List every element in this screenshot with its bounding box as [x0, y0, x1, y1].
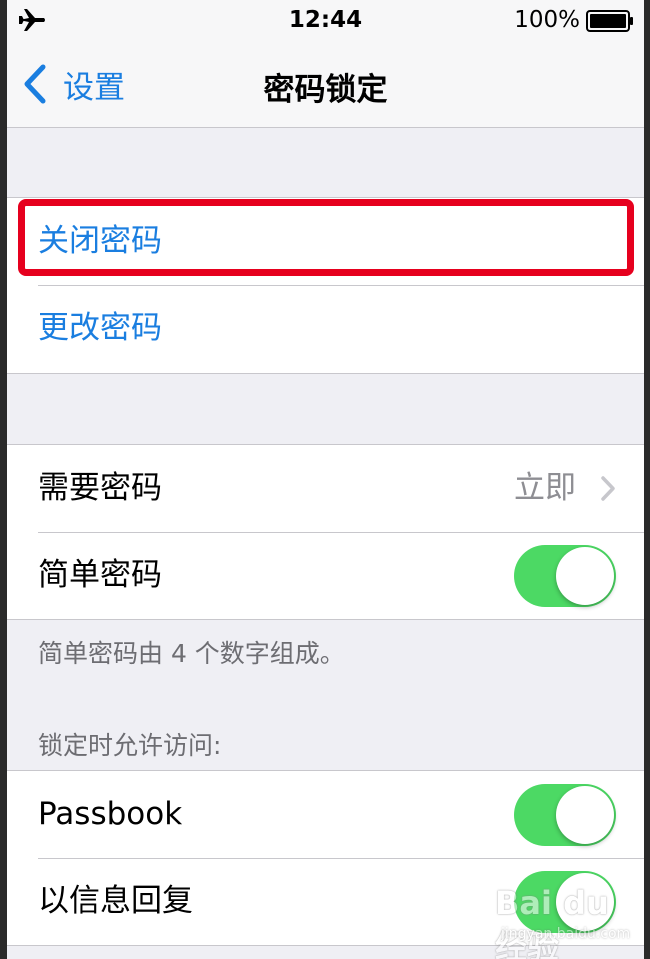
page-title: 密码锁定 — [263, 72, 388, 108]
simple-passcode-row: 简单密码 — [7, 532, 644, 619]
watermark-url: jingyan.baidu.com — [501, 926, 631, 942]
passcode-group: 关闭密码 更改密码 — [7, 197, 644, 374]
passbook-toggle[interactable] — [514, 784, 616, 846]
change-passcode-label: 更改密码 — [38, 310, 162, 346]
reply-with-message-label: 以信息回复 — [38, 883, 193, 919]
navigation-bar: 设置 密码锁定 — [7, 42, 644, 128]
battery-percent: 100% — [514, 7, 580, 33]
chevron-right-icon — [601, 476, 615, 501]
change-passcode-row[interactable]: 更改密码 — [7, 285, 644, 372]
toggle-knob — [556, 547, 614, 605]
passbook-label: Passbook — [38, 796, 183, 832]
settings-group: 需要密码 立即 简单密码 — [7, 444, 644, 620]
require-passcode-label: 需要密码 — [38, 470, 162, 506]
passbook-row: Passbook — [7, 771, 644, 858]
simple-passcode-label: 简单密码 — [38, 557, 162, 593]
turn-off-passcode-label: 关闭密码 — [38, 223, 162, 259]
baidu-watermark: Bai du 经验 jingyan.baidu.com — [495, 884, 644, 959]
toggle-knob — [556, 786, 614, 844]
screen: 12:44 100% 设置 密码锁定 关闭密码 更改密码 需要密码 立即 简单密… — [7, 0, 644, 959]
status-bar: 12:44 100% — [7, 0, 644, 42]
turn-off-passcode-row[interactable]: 关闭密码 — [7, 198, 644, 285]
require-passcode-value: 立即 — [514, 470, 576, 506]
watermark-text: Bai du 经验 — [495, 884, 609, 959]
allow-access-header: 锁定时允许访问: — [38, 731, 222, 760]
simple-passcode-toggle[interactable] — [514, 545, 616, 607]
require-passcode-row[interactable]: 需要密码 立即 — [7, 445, 644, 532]
battery-icon — [586, 10, 633, 32]
simple-passcode-footnote: 简单密码由 4 个数字组成。 — [38, 639, 345, 668]
